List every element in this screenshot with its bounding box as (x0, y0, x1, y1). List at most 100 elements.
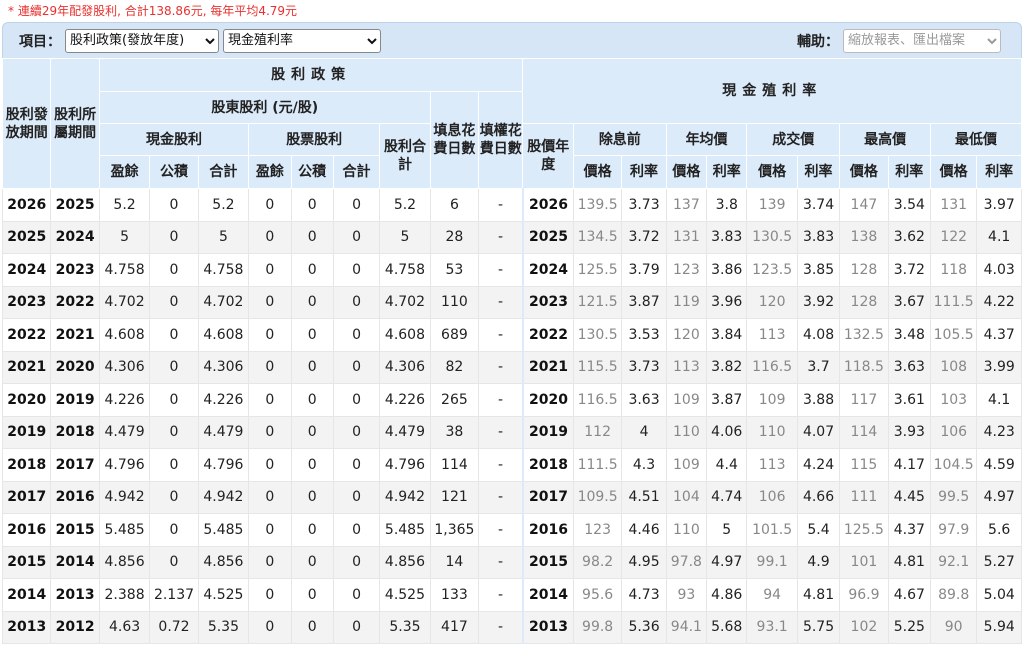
cell-p1: 121.5 (572, 285, 623, 319)
policy-select[interactable]: 股利政策(發放年度) (65, 28, 219, 53)
cell-sr: 0 (290, 448, 334, 482)
cell-fr: - (478, 448, 524, 482)
cell-p5: 108 (929, 350, 978, 384)
cell-se: 0 (248, 220, 292, 254)
cell-r2: 4.06 (706, 415, 748, 449)
cell-r5: 5.04 (976, 578, 1022, 612)
cell-p3: 93.1 (746, 610, 798, 644)
cell-fd: 38 (429, 415, 480, 449)
cell-st: 0 (332, 415, 381, 449)
cell-se: 0 (248, 610, 292, 644)
cell-fd: 110 (429, 285, 480, 319)
header-avg-price: 年均價 (665, 123, 748, 156)
cell-b: 2020 (50, 350, 100, 384)
table-row: 2014 2013 2.388 2.137 4.525 0 0 0 4.525 133-2014 9… (1, 578, 1022, 612)
cell-p3: 109 (746, 383, 798, 417)
cell-fr: - (478, 610, 524, 644)
cell-p2: 123 (665, 253, 708, 287)
cell-r3: 3.92 (796, 285, 841, 319)
cell-ct: 4.758 (197, 253, 250, 287)
cell-r2: 4.86 (706, 578, 748, 612)
cell-p2: 119 (665, 285, 708, 319)
cell-p2: 94.1 (665, 610, 708, 644)
cell-y: 2022 (1, 318, 52, 352)
cell-t: 4.608 (379, 318, 431, 352)
cell-sr: 0 (290, 350, 334, 384)
table-row: 2022 2021 4.608 0 4.608 0 0 0 4.608 689-2022 130.5… (1, 318, 1022, 352)
cell-b: 2013 (50, 578, 100, 612)
table-row: 2024 2023 4.758 0 4.758 0 0 0 4.758 53-2024 125.5 3… (1, 253, 1022, 287)
cell-p1: 112 (572, 415, 623, 449)
cell-t: 4.306 (379, 350, 431, 384)
cell-py: 2024 (522, 253, 574, 287)
cell-t: 4.226 (379, 383, 431, 417)
cell-ct: 4.479 (197, 415, 250, 449)
cell-r2: 4.4 (706, 448, 748, 482)
cell-t: 4.796 (379, 448, 431, 482)
cell-p2: 97.8 (665, 545, 708, 579)
cell-ce: 4.63 (98, 610, 151, 644)
cell-sr: 0 (290, 545, 334, 579)
cell-fd: 1,365 (429, 513, 480, 547)
cell-se: 0 (248, 285, 292, 319)
table-row: 2019 2018 4.479 0 4.479 0 0 0 4.479 38-2019 112 4 11… (1, 415, 1022, 449)
yield-select[interactable]: 現金殖利率 (223, 28, 381, 53)
aux-select[interactable]: 縮放報表、匯出檔案 (843, 28, 1001, 53)
cell-b: 2018 (50, 415, 100, 449)
cell-p4: 128 (839, 285, 889, 319)
cell-sr: 0 (290, 285, 334, 319)
cell-fr: - (478, 513, 524, 547)
cell-p4: 125.5 (839, 513, 889, 547)
cell-p2: 131 (665, 220, 708, 254)
cell-r2: 5 (706, 513, 748, 547)
cell-r5: 4.23 (976, 415, 1022, 449)
cell-sr: 0 (290, 480, 334, 514)
cell-p5: 131 (929, 188, 978, 222)
cell-y: 2023 (1, 285, 52, 319)
cell-r3: 5.4 (796, 513, 841, 547)
cell-fd: 53 (429, 253, 480, 287)
cell-ce: 4.856 (98, 545, 151, 579)
cell-se: 0 (248, 415, 292, 449)
header-close-price: 成交價 (746, 123, 841, 156)
cell-cr: 0 (149, 318, 199, 352)
cell-se: 0 (248, 545, 292, 579)
cell-st: 0 (332, 253, 381, 287)
cell-cr: 0 (149, 448, 199, 482)
cell-b: 2017 (50, 448, 100, 482)
cell-p5: 99.5 (929, 480, 978, 514)
cell-r3: 5.75 (796, 610, 841, 644)
header-high-price: 最高價 (839, 123, 931, 156)
cell-y: 2020 (1, 383, 52, 417)
cell-r3: 4.81 (796, 578, 841, 612)
cell-p3: 94 (746, 578, 798, 612)
cell-r4: 4.81 (887, 545, 931, 579)
cell-p5: 106 (929, 415, 978, 449)
cell-p4: 117 (839, 383, 889, 417)
cell-ce: 4.702 (98, 285, 151, 319)
cell-fd: 417 (429, 610, 480, 644)
cell-p4: 128 (839, 253, 889, 287)
header-stock-div: 股票股利 (248, 123, 381, 156)
cell-py: 2022 (522, 318, 574, 352)
cell-b: 2019 (50, 383, 100, 417)
cell-p2: 110 (665, 513, 708, 547)
cell-cr: 0 (149, 513, 199, 547)
cell-fd: 6 (429, 188, 480, 222)
cell-ce: 4.306 (98, 350, 151, 384)
cell-p3: 123.5 (746, 253, 798, 287)
cell-p1: 115.5 (572, 350, 623, 384)
cell-y: 2016 (1, 513, 52, 547)
cell-p5: 118 (929, 253, 978, 287)
cell-r1: 4.3 (621, 448, 667, 482)
cell-fd: 28 (429, 220, 480, 254)
cell-p2: 104 (665, 480, 708, 514)
cell-r5: 5.94 (976, 610, 1022, 644)
cell-ce: 5.2 (98, 188, 151, 222)
cell-se: 0 (248, 350, 292, 384)
cell-r3: 4.08 (796, 318, 841, 352)
cell-ct: 4.608 (197, 318, 250, 352)
cell-y: 2019 (1, 415, 52, 449)
cell-fd: 114 (429, 448, 480, 482)
cell-y: 2025 (1, 220, 52, 254)
